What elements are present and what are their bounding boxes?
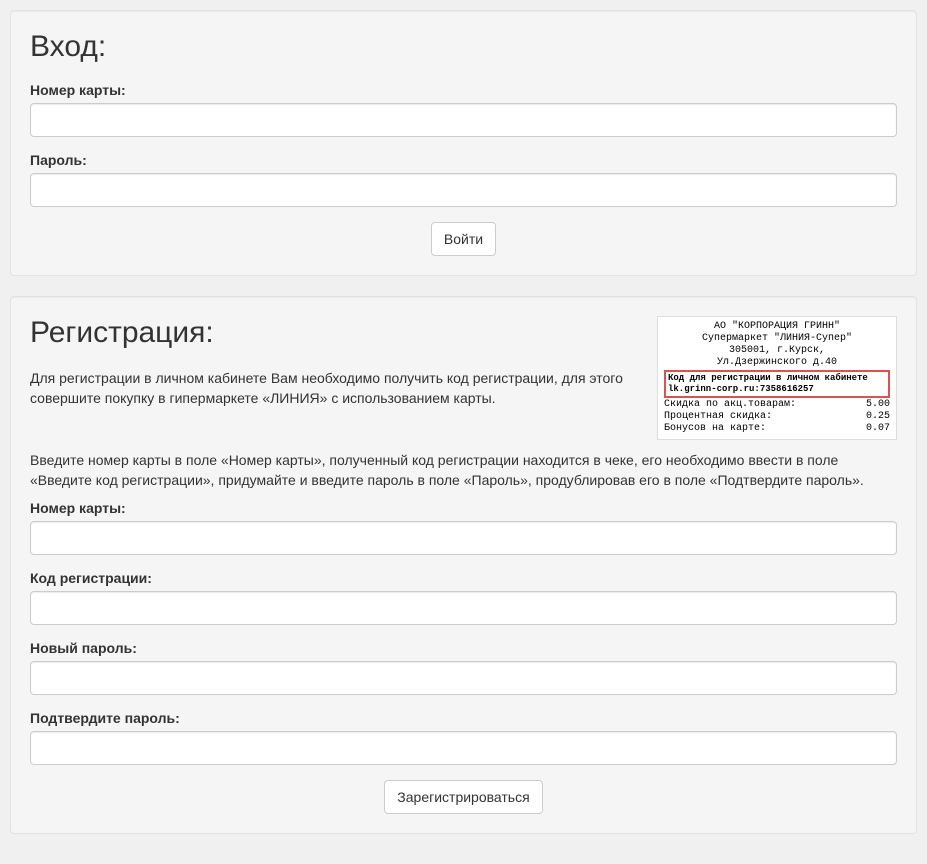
receipt-text: Бонусов на карте: xyxy=(664,423,766,435)
register-new-password-label: Новый пароль: xyxy=(30,640,137,656)
register-code-input[interactable] xyxy=(30,591,897,625)
register-confirm-password-label: Подтвердите пароль: xyxy=(30,710,180,726)
register-submit-button[interactable]: Зарегистрироваться xyxy=(384,780,542,814)
register-panel: АО "КОРПОРАЦИЯ ГРИНН" Супермаркет "ЛИНИЯ… xyxy=(10,296,917,834)
register-card-label: Номер карты: xyxy=(30,500,126,516)
receipt-highlight-text: lk.grinn-corp.ru:7358616257 xyxy=(668,384,886,395)
receipt-example-image: АО "КОРПОРАЦИЯ ГРИНН" Супермаркет "ЛИНИЯ… xyxy=(657,316,897,440)
login-heading: Вход: xyxy=(30,30,897,64)
receipt-text: 305001, г.Курск, xyxy=(664,345,890,357)
login-password-label: Пароль: xyxy=(30,152,87,168)
login-submit-button[interactable]: Войти xyxy=(431,222,496,256)
receipt-text: Скидка по акц.товарам: xyxy=(664,399,796,411)
receipt-text: 0.07 xyxy=(866,423,890,435)
receipt-highlight-text: Код для регистрации в личном кабинете xyxy=(668,373,886,384)
register-code-label: Код регистрации: xyxy=(30,570,152,586)
register-new-password-input[interactable] xyxy=(30,661,897,695)
login-password-input[interactable] xyxy=(30,173,897,207)
register-card-input[interactable] xyxy=(30,521,897,555)
register-instruction-text: Введите номер карты в поле «Номер карты»… xyxy=(30,450,897,490)
receipt-text: 0.25 xyxy=(866,411,890,423)
login-panel: Вход: Номер карты: Пароль: Войти xyxy=(10,10,917,276)
login-card-label: Номер карты: xyxy=(30,82,126,98)
receipt-text: Процентная скидка: xyxy=(664,411,772,423)
login-card-input[interactable] xyxy=(30,103,897,137)
receipt-text: АО "КОРПОРАЦИЯ ГРИНН" xyxy=(664,321,890,333)
register-confirm-password-input[interactable] xyxy=(30,731,897,765)
receipt-text: Супермаркет "ЛИНИЯ-Супер" xyxy=(664,333,890,345)
receipt-text: Ул.Дзержинского д.40 xyxy=(664,357,890,369)
receipt-text: 5.00 xyxy=(866,399,890,411)
